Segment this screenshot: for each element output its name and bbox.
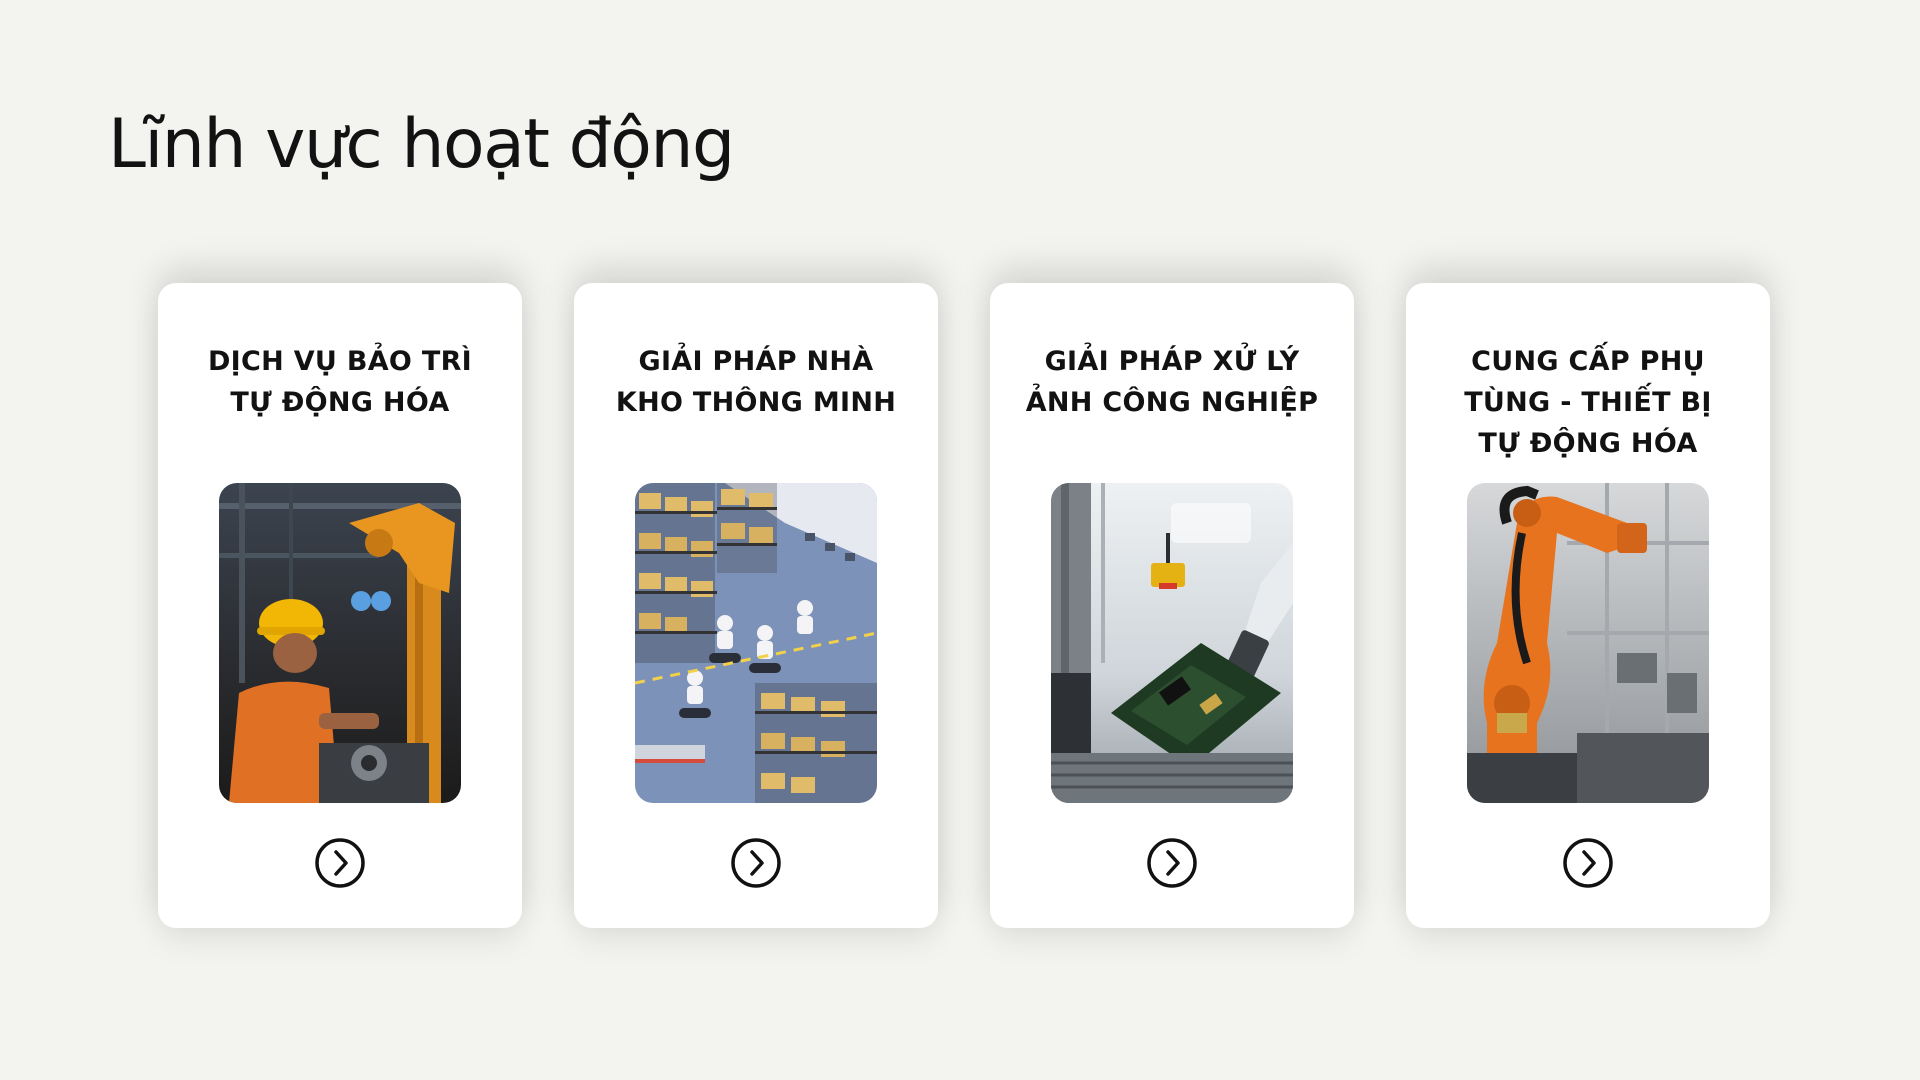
card-title: GIẢI PHÁP NHÀ KHO THÔNG MINH [615,346,897,418]
chevron-right-circle-icon[interactable] [1562,837,1614,889]
maintenance-worker-image [219,483,461,803]
smart-warehouse-image [635,483,877,803]
service-card-smart-warehouse[interactable]: GIẢI PHÁP NHÀ KHO THÔNG MINH [574,283,938,928]
machine-vision-image [1051,483,1293,803]
service-card-machine-vision[interactable]: GIẢI PHÁP XỬ LÝ ẢNH CÔNG NGHIỆP [990,283,1354,928]
industrial-robot-image [1467,483,1709,803]
chevron-right-circle-icon[interactable] [730,837,782,889]
chevron-right-circle-icon[interactable] [314,837,366,889]
card-title: CUNG CẤP PHỤ TÙNG - THIẾT BỊ TỰ ĐỘNG HÓA [1464,346,1712,459]
chevron-right-circle-icon[interactable] [1146,837,1198,889]
service-card-maintenance[interactable]: DỊCH VỤ BẢO TRÌ TỰ ĐỘNG HÓA [158,283,522,928]
card-title: GIẢI PHÁP XỬ LÝ ẢNH CÔNG NGHIỆP [1025,346,1319,418]
card-title: DỊCH VỤ BẢO TRÌ TỰ ĐỘNG HÓA [207,346,473,418]
service-cards: DỊCH VỤ BẢO TRÌ TỰ ĐỘNG HÓA GIẢI PHÁP NH… [158,283,1770,928]
service-card-automation-parts[interactable]: CUNG CẤP PHỤ TÙNG - THIẾT BỊ TỰ ĐỘNG HÓA [1406,283,1770,928]
page-title: Lĩnh vực hoạt động [108,105,735,184]
